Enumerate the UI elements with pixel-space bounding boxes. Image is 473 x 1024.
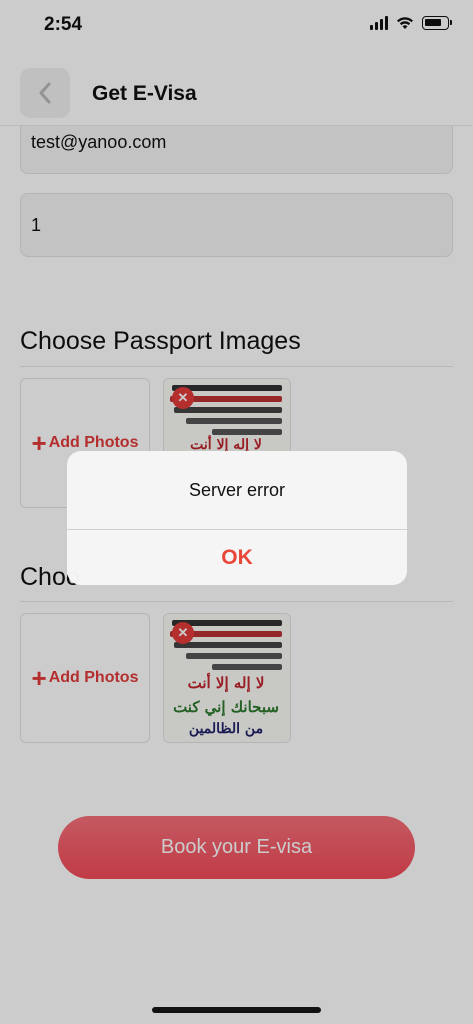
error-alert: Server error OK bbox=[67, 451, 407, 585]
alert-ok-button[interactable]: OK bbox=[67, 530, 407, 585]
home-indicator[interactable] bbox=[152, 1007, 321, 1013]
alert-message: Server error bbox=[188, 480, 286, 500]
